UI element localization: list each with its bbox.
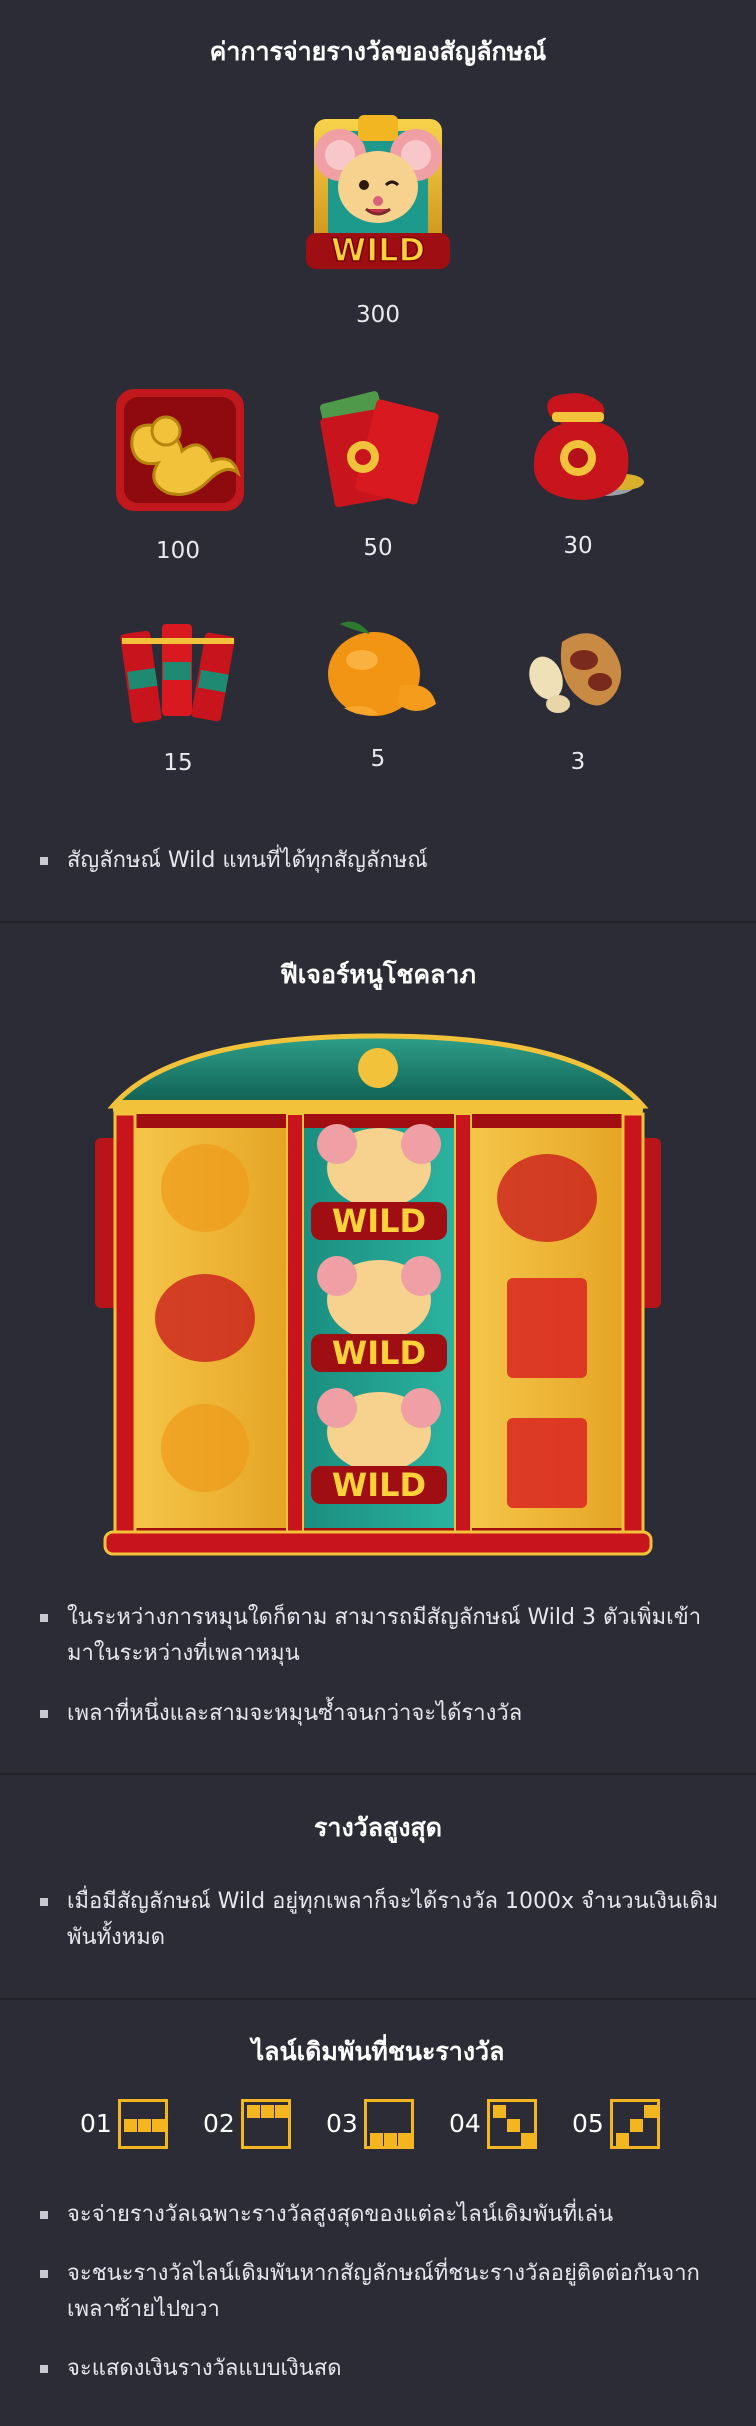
- payline-number: 02: [203, 2109, 235, 2138]
- payline-cell: [370, 2133, 383, 2146]
- reel-wild-label: WILD: [332, 1466, 426, 1504]
- wild-payout: 300: [356, 302, 400, 328]
- paytable-note-text: สัญลักษณ์ Wild แทนที่ได้ทุกสัญลักษณ์: [67, 848, 428, 873]
- paylines-note: จะแสดงเงินรางวัลแบบเงินสด: [40, 2351, 720, 2387]
- payline-cell: [398, 2133, 411, 2146]
- bullet-dot: [40, 2211, 48, 2219]
- payline-cell: [521, 2133, 534, 2146]
- payline-cell: [616, 2133, 629, 2146]
- gold-mouse-emblem-icon: [110, 385, 250, 515]
- red-envelopes-icon: [315, 383, 445, 513]
- symbol-payout: 50: [363, 535, 393, 561]
- payline-number: 03: [326, 2109, 358, 2138]
- section-divider: [0, 921, 756, 923]
- payline-cell: [275, 2105, 288, 2118]
- feature-note-text: เพลาที่หนึ่งและสามจะหมุนซ้ำจนกว่าจะได้รา…: [67, 1701, 523, 1726]
- payline-pattern-icon: [118, 2099, 168, 2149]
- paylines-note-text: จะแสดงเงินรางวัลแบบเงินสด: [67, 2356, 342, 2381]
- lucky-bag-icon: [512, 386, 646, 508]
- paylines-note: จะชนะรางวัลไลน์เดิมพันหากสัญลักษณ์ที่ชนะ…: [40, 2256, 720, 2328]
- symbol-payout: 100: [156, 538, 200, 564]
- payline-pattern-icon: [610, 2099, 660, 2149]
- payline-cell: [152, 2119, 165, 2132]
- payline-cell: [138, 2119, 151, 2132]
- symbol-payout: 15: [163, 750, 193, 776]
- payline-cell: [384, 2133, 397, 2146]
- max-win-note-text: เมื่อมีสัญลักษณ์ Wild อยู่ทุกเพลาก็จะได้…: [67, 1889, 719, 1950]
- payline-cell: [507, 2119, 520, 2132]
- bullet-dot: [40, 1898, 48, 1906]
- wild-mouse-icon: WILD: [300, 105, 456, 275]
- payline-cell: [261, 2105, 274, 2118]
- symbol-payout: 30: [563, 533, 593, 559]
- paylines-note-text: จะจ่ายรางวัลเฉพาะรางวัลสูงสุดของแต่ละไลน…: [67, 2202, 614, 2227]
- peanuts-icon: [520, 618, 638, 718]
- bullet-dot: [40, 1614, 48, 1622]
- reel-wild-label: WILD: [332, 1202, 426, 1240]
- payline-cell: [630, 2119, 643, 2132]
- bullet-dot: [40, 857, 48, 865]
- section-divider: [0, 1998, 756, 2000]
- payline-number: 05: [572, 2109, 604, 2138]
- symbol-payout: 5: [370, 746, 386, 772]
- payline-pattern-icon: [241, 2099, 291, 2149]
- paylines-title: ไลน์เดิมพันที่ชนะรางวัล: [251, 2037, 505, 2066]
- payline-cell: [124, 2119, 137, 2132]
- feature-note-text: ในระหว่างการหมุนใดก็ตาม สามารถมีสัญลักษณ…: [67, 1605, 702, 1666]
- feature-title: ฟีเจอร์หนูโชคลาภ: [280, 960, 476, 989]
- orange-icon: [318, 612, 444, 724]
- bullet-dot: [40, 2365, 48, 2373]
- feature-note: ในระหว่างการหมุนใดก็ตาม สามารถมีสัญลักษณ…: [40, 1600, 720, 1672]
- symbol-payout: 3: [570, 749, 586, 775]
- paylines-note-text: จะชนะรางวัลไลน์เดิมพันหากสัญลักษณ์ที่ชนะ…: [67, 2261, 700, 2322]
- paytable-title: ค่าการจ่ายรางวัลของสัญลักษณ์: [209, 37, 547, 66]
- payline-pattern-icon: [487, 2099, 537, 2149]
- reel-wild-label: WILD: [332, 1334, 426, 1372]
- payline-item: 01: [80, 2099, 172, 2151]
- payline-item: 05: [572, 2099, 664, 2151]
- payline-item: 04: [449, 2099, 541, 2151]
- payline-item: 02: [203, 2099, 295, 2151]
- payline-pattern-icon: [364, 2099, 414, 2149]
- payline-number: 04: [449, 2109, 481, 2138]
- payline-cell: [644, 2105, 657, 2118]
- payline-number: 01: [80, 2109, 112, 2138]
- max-win-note: เมื่อมีสัญลักษณ์ Wild อยู่ทุกเพลาก็จะได้…: [40, 1884, 720, 1956]
- section-divider: [0, 1773, 756, 1775]
- bullet-dot: [40, 1710, 48, 1718]
- paylines-note: จะจ่ายรางวัลเฉพาะรางวัลสูงสุดของแต่ละไลน…: [40, 2197, 720, 2233]
- fortune-mouse-reels-image: WILD WILD WILD: [93, 1018, 663, 1563]
- max-win-title: รางวัลสูงสุด: [314, 1813, 442, 1842]
- paytable-note: สัญลักษณ์ Wild แทนที่ได้ทุกสัญลักษณ์: [40, 843, 720, 879]
- bullet-dot: [40, 2270, 48, 2278]
- payline-cell: [247, 2105, 260, 2118]
- paylines-row: 01 02 03 04 05: [80, 2099, 680, 2151]
- feature-note: เพลาที่หนึ่งและสามจะหมุนซ้ำจนกว่าจะได้รา…: [40, 1696, 720, 1732]
- payline-item: 03: [326, 2099, 418, 2151]
- firecrackers-icon: [116, 612, 244, 728]
- payline-cell: [493, 2105, 506, 2118]
- wild-label: WILD: [331, 231, 425, 269]
